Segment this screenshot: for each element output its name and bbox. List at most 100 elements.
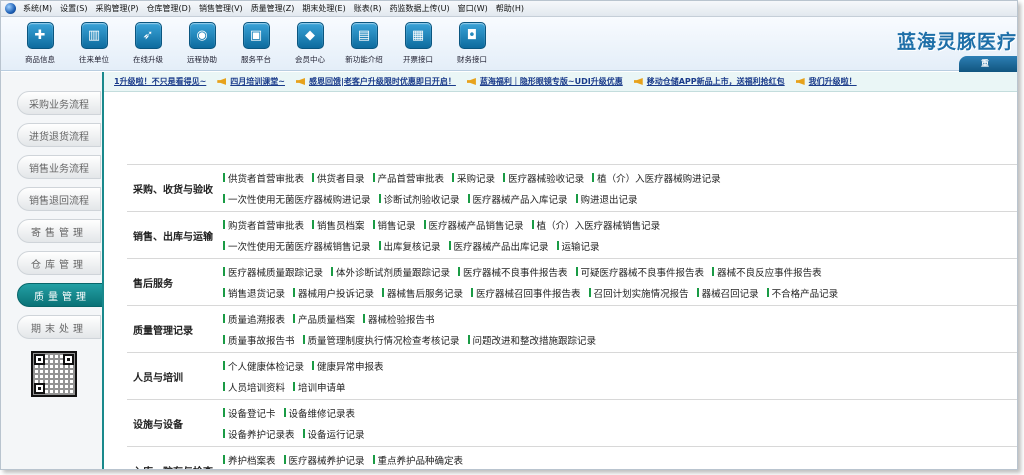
tool-new-features[interactable]: ▤ 新功能介绍 <box>339 17 389 70</box>
record-link[interactable]: 采购记录 <box>452 171 495 185</box>
record-link[interactable]: 购货者首营审批表 <box>223 218 304 232</box>
record-link[interactable]: 一次性使用无菌医疗器械购进记录 <box>223 192 371 206</box>
record-link[interactable]: 可疑医疗器械不良事件报告表 <box>576 265 705 279</box>
sidebar-item-consignment[interactable]: 寄售管理 <box>17 219 101 243</box>
tool-product-info[interactable]: ✚ 商品信息 <box>15 17 65 70</box>
record-link[interactable]: 器械用户投诉记录 <box>293 286 374 300</box>
record-link[interactable]: 医疗器械验收记录 <box>503 171 584 185</box>
sidebar-item-purchase-flow[interactable]: 采购业务流程 <box>17 91 101 115</box>
record-link[interactable]: 植（介）入医疗器械购进记录 <box>592 171 721 185</box>
sidebar-item-purchase-return-flow[interactable]: 进货退货流程 <box>17 123 101 147</box>
tool-online-upgrade[interactable]: ➶ 在线升级 <box>123 17 173 70</box>
record-link[interactable]: 重点养护品种确定表 <box>373 453 464 467</box>
menu-settings[interactable]: 设置(S) <box>56 3 91 14</box>
record-link[interactable]: 培训申请单 <box>293 380 346 394</box>
announcement-link[interactable]: 我们升级啦！ <box>795 76 857 87</box>
record-link[interactable]: 质量管理制度执行情况检查考核记录 <box>303 333 460 347</box>
record-link[interactable]: 医疗器械不良事件报告表 <box>458 265 568 279</box>
menu-purchase[interactable]: 采购管理(P) <box>91 3 142 14</box>
announcement-link[interactable]: 移动仓储APP新品上市，送福利抢红包 <box>633 76 785 87</box>
tool-service-platform[interactable]: ▣ 服务平台 <box>231 17 281 70</box>
app-logo-icon[interactable] <box>5 3 16 14</box>
record-links: 购货者首营审批表 销售员档案 销售记录 医疗器械产品销售记录 植（介）入医疗器械销售记录… <box>223 212 1017 258</box>
menu-quality[interactable]: 质量管理(Z) <box>247 3 299 14</box>
record-link[interactable]: 器械检验报告书 <box>363 312 435 326</box>
record-group-title: 入库、贮存与检查 <box>127 463 223 470</box>
record-link[interactable]: 器械召回记录 <box>697 286 759 300</box>
sidebar-item-quality[interactable]: 质量管理 <box>17 283 107 307</box>
tool-remote-assist[interactable]: ◉ 远程协助 <box>177 17 227 70</box>
record-link[interactable]: 养护档案表 <box>223 453 276 467</box>
record-link[interactable]: 器械不良反应事件报告表 <box>712 265 822 279</box>
medicine-box-icon: ✚ <box>26 22 54 49</box>
menu-warehouse[interactable]: 仓库管理(D) <box>143 3 195 14</box>
record-link[interactable]: 医疗器械产品出库记录 <box>449 239 549 253</box>
record-link[interactable]: 人员培训资料 <box>223 380 285 394</box>
announcement-link[interactable]: 1升级啦！不只是看得见~ <box>114 76 206 87</box>
record-link[interactable]: 供货者目录 <box>312 171 365 185</box>
sidebar-item-sales-return-flow[interactable]: 销售退回流程 <box>17 187 101 211</box>
record-link[interactable]: 召回计划实施情况报告 <box>589 286 689 300</box>
record-link[interactable]: 设备运行记录 <box>303 427 365 441</box>
record-link[interactable]: 医疗器械质量跟踪记录 <box>223 265 323 279</box>
sidebar-item-period-end[interactable]: 期末处理 <box>17 315 101 339</box>
record-link[interactable]: 设备维修记录表 <box>284 406 356 420</box>
record-group-title: 质量管理记录 <box>133 325 193 337</box>
record-link[interactable]: 一次性使用无菌医疗器械销售记录 <box>223 239 371 253</box>
brand-tab[interactable]: 重 <box>959 56 1017 72</box>
sidebar-item-warehouse[interactable]: 仓库管理 <box>17 251 101 275</box>
toolbar: ✚ 商品信息 ▥ 往来单位 ➶ 在线升级 ◉ 远程协助 ▣ 服务平台 ◆ 会员中… <box>1 17 1017 72</box>
menu-window[interactable]: 窗口(W) <box>454 3 492 14</box>
record-link[interactable]: 销售记录 <box>373 218 416 232</box>
record-link[interactable]: 购进退出记录 <box>576 192 638 206</box>
record-link[interactable]: 设备养护记录表 <box>223 427 295 441</box>
record-link[interactable]: 不合格产品记录 <box>767 286 839 300</box>
menu-system[interactable]: 系统(M) <box>19 3 56 14</box>
record-link[interactable]: 供货者首营审批表 <box>223 171 304 185</box>
record-link[interactable]: 医疗器械产品入库记录 <box>468 192 568 206</box>
record-link[interactable]: 质量事故报告书 <box>223 333 295 347</box>
tool-label: 新功能介绍 <box>345 55 383 64</box>
record-link[interactable]: 诊断试剂验收记录 <box>379 192 460 206</box>
menu-bar: 系统(M) 设置(S) 采购管理(P) 仓库管理(D) 销售管理(V) 质量管理… <box>1 1 1017 17</box>
record-link[interactable]: 运输记录 <box>557 239 600 253</box>
record-link[interactable]: 医疗器械召回事件报告表 <box>471 286 581 300</box>
record-link-row: 供货者首营审批表 供货者目录 产品首营审批表 采购记录 医疗器械验收记录 植（介）入医疗器… <box>223 167 1017 188</box>
record-link[interactable]: 销售员档案 <box>312 218 365 232</box>
record-link[interactable]: 产品质量档案 <box>293 312 355 326</box>
menu-period-end[interactable]: 期末处理(E) <box>298 3 349 14</box>
record-link[interactable]: 产品首营审批表 <box>373 171 445 185</box>
announcement-link[interactable]: 感恩回馈|老客户升级限时优惠即日开启！ <box>295 76 456 87</box>
record-link[interactable]: 质量追溯报表 <box>223 312 285 326</box>
record-link-row: 人员培训资料 培训申请单 <box>223 376 1017 397</box>
announcement-ticker: 1升级啦！不只是看得见~ 四月培训课堂~ 感恩回馈|老客户升级限时优惠即日开启！… <box>104 72 1017 92</box>
menu-help[interactable]: 帮助(H) <box>492 3 528 14</box>
record-link[interactable]: 销售退货记录 <box>223 286 285 300</box>
brand-title: 蓝海灵豚医疗 <box>896 31 1017 53</box>
record-link[interactable]: 问题改进和整改措施跟踪记录 <box>468 333 597 347</box>
tool-invoice-interface[interactable]: ▦ 开票接口 <box>393 17 443 70</box>
record-link-row: 医疗器械质量跟踪记录 体外诊断试剂质量跟踪记录 医疗器械不良事件报告表 可疑医疗器械不… <box>223 261 1017 282</box>
record-link[interactable]: 设备登记卡 <box>223 406 276 420</box>
record-link[interactable]: 植（介）入医疗器械销售记录 <box>532 218 661 232</box>
menu-sales[interactable]: 销售管理(V) <box>195 3 247 14</box>
record-link[interactable]: 医疗器械产品销售记录 <box>424 218 524 232</box>
tool-finance-interface[interactable]: ◘ 财务接口 <box>447 17 497 70</box>
record-link[interactable]: 体外诊断试剂质量跟踪记录 <box>331 265 450 279</box>
tool-partners[interactable]: ▥ 往来单位 <box>69 17 119 70</box>
announcement-link[interactable]: 四月培训课堂~ <box>217 76 285 87</box>
record-link[interactable]: 出库复核记录 <box>379 239 441 253</box>
menu-upload[interactable]: 药监数据上传(U) <box>386 3 454 14</box>
tv-icon: ▣ <box>242 22 270 49</box>
tool-member-center[interactable]: ◆ 会员中心 <box>285 17 335 70</box>
announcement-link[interactable]: 蓝海福利｜隐形眼镜专版~UDI升级优惠 <box>466 76 623 87</box>
main-content: 1升级啦！不只是看得见~ 四月培训课堂~ 感恩回馈|老客户升级限时优惠即日开启！… <box>102 72 1017 470</box>
record-group: 设施与设备 设备登记卡 设备维修记录表 设备养护记录表 设备运行记录 <box>127 399 1017 446</box>
record-link[interactable]: 个人健康体检记录 <box>223 359 304 373</box>
menu-reports[interactable]: 账表(R) <box>350 3 386 14</box>
record-link[interactable]: 医疗器械养护记录 <box>284 453 365 467</box>
sidebar-item-sales-flow[interactable]: 销售业务流程 <box>17 155 101 179</box>
tool-label: 往来单位 <box>79 55 109 64</box>
record-link[interactable]: 健康异常申报表 <box>312 359 384 373</box>
record-link[interactable]: 器械售后服务记录 <box>382 286 463 300</box>
